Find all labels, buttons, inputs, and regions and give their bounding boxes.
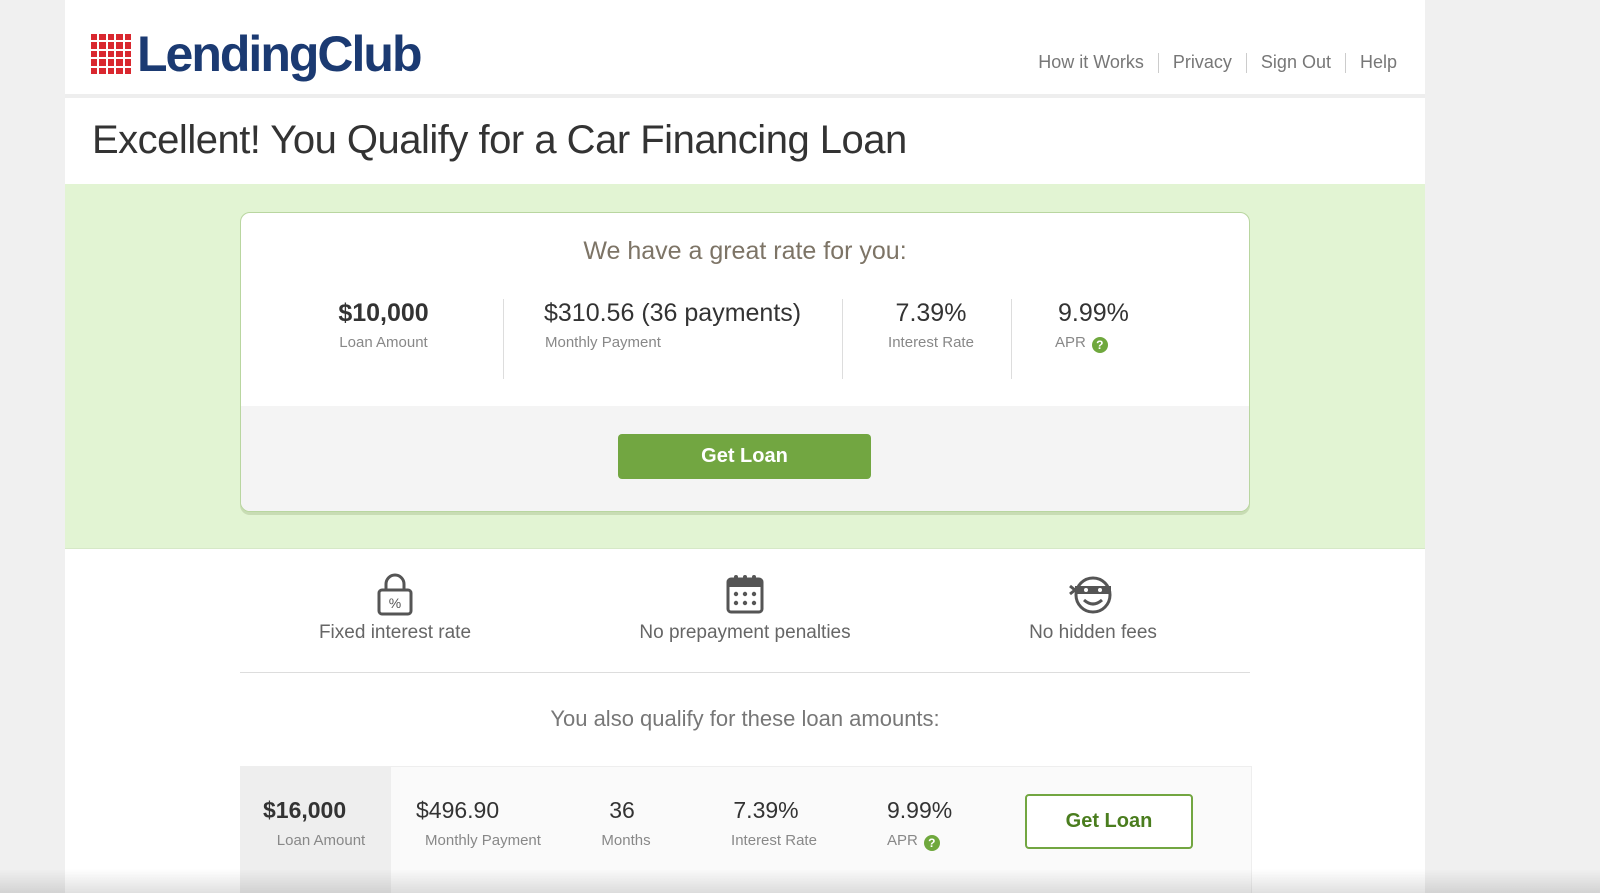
alt-get-loan-button[interactable]: Get Loan bbox=[1025, 794, 1193, 849]
alt-months-label: Months bbox=[601, 832, 651, 849]
apr-stat: 9.99% APR? bbox=[1041, 299, 1151, 353]
feature-label: Fixed interest rate bbox=[318, 622, 472, 643]
alt-apr-label: APR bbox=[887, 832, 918, 849]
interest-rate-value: 7.39% bbox=[895, 299, 967, 327]
offer-card: We have a great rate for you: $10,000 Lo… bbox=[240, 212, 1250, 512]
help-icon[interactable]: ? bbox=[1091, 337, 1108, 353]
alt-apr: 9.99% APR? bbox=[881, 797, 981, 851]
monthly-payment-label: Monthly Payment bbox=[545, 334, 661, 351]
svg-text:%: % bbox=[389, 595, 401, 611]
feature-label: No prepayment penalties bbox=[639, 622, 851, 643]
alt-monthly-payment: $496.90 Monthly Payment bbox=[413, 797, 553, 849]
alt-monthly-payment-label: Monthly Payment bbox=[425, 832, 541, 849]
also-qualify-heading: You also qualify for these loan amounts: bbox=[550, 706, 940, 731]
logo-text: LendingClub bbox=[137, 26, 422, 82]
alt-apr-value: 9.99% bbox=[887, 797, 953, 823]
help-icon[interactable]: ? bbox=[923, 835, 940, 851]
nav-divider bbox=[1245, 52, 1247, 73]
nav-how-it-works[interactable]: How it Works bbox=[1038, 52, 1144, 73]
stat-divider bbox=[842, 299, 843, 379]
alt-loan-amount-label: Loan Amount bbox=[276, 832, 366, 849]
interest-rate-label: Interest Rate bbox=[888, 334, 974, 351]
nav-divider bbox=[1344, 52, 1346, 73]
get-loan-button[interactable]: Get Loan bbox=[618, 434, 871, 479]
feature-no-hidden-fees: No hidden fees bbox=[943, 572, 1243, 644]
bottom-fade bbox=[0, 869, 1600, 893]
alt-months-value: 36 bbox=[609, 797, 635, 823]
nav-divider bbox=[1157, 52, 1159, 73]
loan-amount-value: $10,000 bbox=[338, 299, 429, 327]
alt-loan-amount: $16,000 Loan Amount bbox=[251, 797, 391, 849]
monthly-payment-value: $310.56 (36 payments) bbox=[544, 299, 802, 327]
feature-label: No hidden fees bbox=[1029, 622, 1157, 643]
loan-amount-stat: $10,000 Loan Amount bbox=[311, 299, 456, 351]
top-nav: How it Works Privacy Sign Out Help bbox=[1038, 52, 1397, 73]
nav-privacy[interactable]: Privacy bbox=[1173, 52, 1232, 73]
offer-banner: We have a great rate for you: $10,000 Lo… bbox=[65, 184, 1425, 549]
alt-interest-rate-label: Interest Rate bbox=[731, 832, 817, 849]
bandit-face-icon bbox=[1069, 576, 1112, 614]
title-bar: Excellent! You Qualify for a Car Financi… bbox=[65, 98, 1425, 185]
apr-label: APR bbox=[1055, 334, 1086, 351]
page: LendingClub How it Works Privacy Sign Ou… bbox=[65, 0, 1425, 893]
calendar-icon bbox=[726, 575, 764, 614]
features-row: % Fixed interest rate No prepayment pena… bbox=[240, 572, 1250, 673]
nav-help[interactable]: Help bbox=[1360, 52, 1397, 73]
lendingclub-logo[interactable]: LendingClub bbox=[91, 26, 422, 82]
apr-value: 9.99% bbox=[1058, 299, 1129, 327]
alt-interest-rate-value: 7.39% bbox=[733, 797, 799, 823]
offer-stats: $10,000 Loan Amount $310.56 (36 payments… bbox=[241, 299, 1249, 379]
logo-grid-icon bbox=[91, 34, 131, 74]
stat-divider bbox=[503, 299, 504, 379]
monthly-payment-stat: $310.56 (36 payments) Monthly Payment bbox=[531, 299, 821, 351]
nav-sign-out[interactable]: Sign Out bbox=[1261, 52, 1331, 73]
offer-heading: We have a great rate for you: bbox=[583, 237, 907, 265]
feature-no-prepayment: No prepayment penalties bbox=[595, 572, 895, 644]
offer-card-footer: Get Loan bbox=[241, 406, 1249, 511]
stat-divider bbox=[1011, 299, 1012, 379]
loan-amount-label: Loan Amount bbox=[339, 334, 428, 351]
site-header: LendingClub How it Works Privacy Sign Ou… bbox=[65, 0, 1425, 98]
alt-loan-amount-value: $16,000 bbox=[263, 797, 347, 823]
alt-interest-rate: 7.39% Interest Rate bbox=[719, 797, 829, 849]
alt-months: 36 Months bbox=[586, 797, 666, 849]
alt-monthly-payment-value: $496.90 bbox=[416, 797, 500, 823]
page-title: Excellent! You Qualify for a Car Financi… bbox=[92, 118, 907, 162]
interest-rate-stat: 7.39% Interest Rate bbox=[871, 299, 991, 351]
feature-fixed-rate: % Fixed interest rate bbox=[245, 572, 545, 644]
lock-percent-icon: % bbox=[377, 573, 413, 616]
